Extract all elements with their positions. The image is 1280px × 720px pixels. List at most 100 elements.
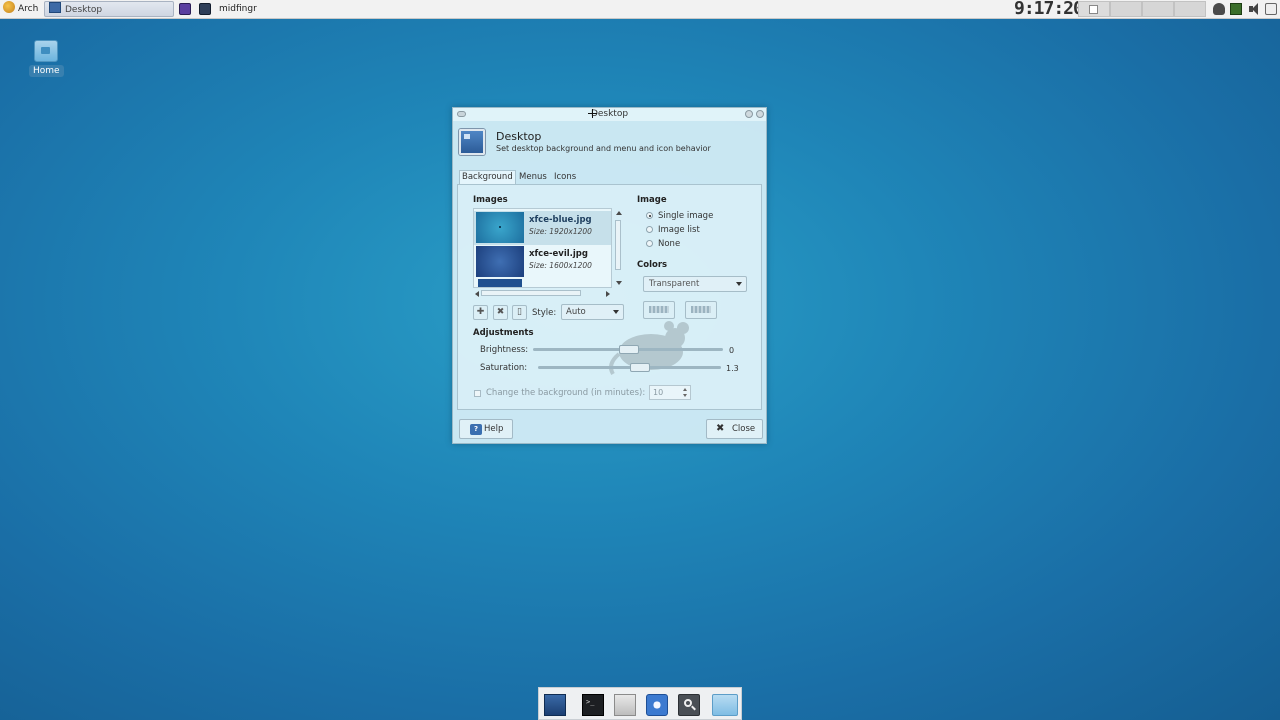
window-title: Desktop [590,109,629,119]
workspace-4[interactable] [1174,1,1206,17]
desktop-settings-icon [49,2,61,13]
radio-label: None [658,239,681,249]
desktop-settings-window: Desktop Desktop Set desktop background a… [452,107,767,444]
desktop-icon-home[interactable]: Home [29,40,64,77]
image-list-vertical-scrollbar[interactable] [614,208,623,288]
help-button[interactable]: ? Help [459,419,513,439]
minutes-value: 10 [653,388,664,397]
radio-button-icon[interactable] [646,212,653,219]
help-icon: ? [470,424,482,435]
applications-menu-label: Arch [18,4,39,14]
remove-image-button[interactable]: ✖ [493,305,508,320]
network-icon[interactable] [1230,3,1242,15]
spin-up-icon[interactable] [683,388,687,391]
scroll-left-arrow-icon[interactable] [475,291,479,297]
scrollbar-thumb[interactable] [615,220,621,270]
radio-label: Single image [658,211,714,221]
arch-logo-icon [3,1,15,13]
change-background-label: Change the background (in minutes): [486,388,646,398]
file-manager-icon[interactable] [614,694,636,716]
workspace-2[interactable] [1110,1,1142,17]
image-size: Size: 1600x1200 [529,261,592,270]
radio-button-icon[interactable] [646,226,653,233]
bug-icon[interactable] [1213,3,1225,15]
image-list-item[interactable]: xfce-blue.jpg Size: 1920x1200 [474,211,611,245]
app-icon[interactable] [199,3,211,15]
terminal-icon[interactable] [582,694,604,716]
brightness-slider-handle[interactable] [619,345,639,354]
change-background-checkbox[interactable] [474,390,481,397]
image-name: xfce-blue.jpg [529,215,592,225]
tab-menus[interactable]: Menus [517,171,549,184]
adjustments-section-title: Adjustments [473,328,534,338]
image-list-horizontal-scrollbar[interactable] [473,289,612,298]
colors-dropdown-value: Transparent [649,279,700,289]
document-icon: ▯ [517,307,522,317]
brightness-label: Brightness: [480,345,529,355]
dialog-title: Desktop [496,130,542,143]
minutes-spin-button[interactable]: 10 [649,385,691,400]
move-cursor-icon [588,109,597,118]
workspace-3[interactable] [1142,1,1174,17]
taskbar-item-desktop[interactable]: Desktop [44,1,174,17]
style-dropdown[interactable]: Auto [561,304,624,320]
close-icon: ✖ [716,423,725,434]
image-options-button[interactable]: ▯ [512,305,527,320]
desktop-icon-label: Home [29,65,64,77]
clock[interactable]: 9:17:20 [1014,0,1084,18]
bottom-dock [538,687,742,720]
window-close-button[interactable] [756,110,764,118]
color-swatch [691,306,711,313]
scroll-right-arrow-icon[interactable] [606,291,610,297]
search-icon[interactable] [678,694,700,716]
scrollbar-thumb[interactable] [481,290,581,296]
taskbar-item-midfingr[interactable]: midfingr [219,0,257,18]
window-menu-button[interactable] [457,111,466,117]
image-list[interactable]: xfce-blue.jpg Size: 1920x1200 xfce-evil.… [473,208,612,288]
tab-background[interactable]: Background [459,170,516,184]
saturation-slider-handle[interactable] [630,363,650,372]
power-icon[interactable] [1265,3,1277,15]
image-thumbnail-partial[interactable] [478,279,522,287]
launcher-icon[interactable] [179,3,191,15]
taskbar-item-label: midfingr [219,4,257,14]
image-section-title: Image [637,195,667,205]
saturation-value: 1.3 [726,364,739,373]
saturation-label: Saturation: [480,363,528,373]
brightness-value: 0 [729,346,735,355]
help-button-label: Help [484,424,504,434]
applications-menu-button[interactable]: Arch [3,0,38,18]
scroll-down-arrow-icon[interactable] [616,281,622,285]
tab-icons[interactable]: Icons [552,171,578,184]
image-list-item[interactable]: xfce-evil.jpg Size: 1600x1200 [474,245,611,279]
color-1-button[interactable] [643,301,675,319]
chevron-down-icon [613,310,619,314]
spin-down-icon[interactable] [683,394,687,397]
workspace-1[interactable] [1078,1,1110,17]
desktop-settings-icon [459,129,485,155]
scroll-up-arrow-icon[interactable] [616,211,622,215]
workspace-window-thumb [1089,5,1098,14]
color-swatch [649,306,669,313]
dialog-subtitle: Set desktop background and menu and icon… [496,144,711,153]
close-button-label: Close [732,424,756,434]
minimize-button[interactable] [745,110,753,118]
web-browser-icon[interactable] [646,694,668,716]
chevron-down-icon [736,282,742,286]
close-button[interactable]: ✖ Close [706,419,763,439]
folder-icon [34,40,58,62]
image-thumbnail [476,212,524,243]
style-dropdown-value: Auto [566,307,586,317]
style-label: Style: [532,308,557,318]
top-panel: Arch Desktop midfingr 9:17:20 [0,0,1280,19]
folder-icon[interactable] [712,694,738,716]
color-2-button[interactable] [685,301,717,319]
window-titlebar[interactable]: Desktop [453,108,766,121]
image-name: xfce-evil.jpg [529,249,588,259]
colors-dropdown[interactable]: Transparent [643,276,747,292]
add-image-button[interactable]: ✚ [473,305,488,320]
show-desktop-icon[interactable] [544,694,566,716]
radio-button-icon[interactable] [646,240,653,247]
plus-icon: ✚ [476,307,485,317]
volume-icon[interactable] [1248,3,1260,15]
